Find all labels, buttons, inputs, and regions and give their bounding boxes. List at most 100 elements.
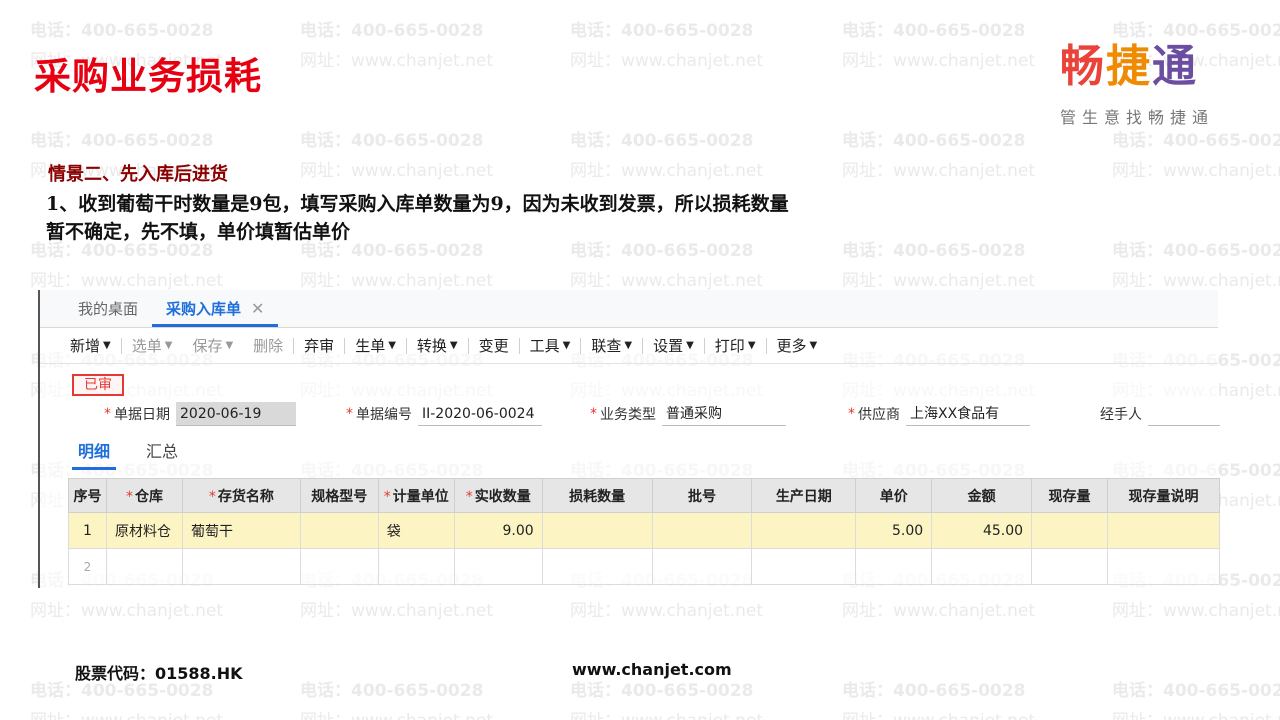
scene-heading: 情景二、先入库后进货 [48,164,228,185]
watermark-phone: 电话：400-665-0028 [300,681,484,701]
supplier-label: 供应商 [858,407,900,423]
cell-mfg[interactable] [751,512,857,549]
cell-spec[interactable] [299,548,379,585]
tab-purchase-receipt[interactable]: 采购入库单 ✕ [152,298,279,327]
watermark-site: 网址：www.chanjet.net [300,706,493,720]
cell-batch[interactable] [651,512,753,549]
col-header-mfg: 生产日期 [751,478,857,513]
watermark-site: 网址：www.chanjet.net [570,601,764,621]
logo-char-1: 畅 [1060,41,1106,92]
cell-batch[interactable] [651,548,753,585]
watermark-text: 电话：400-665-0028 网址：www.chanjet.net [570,16,763,76]
cell-unit[interactable] [377,548,455,585]
cell-unit[interactable]: 袋 [377,512,455,549]
doc-date-label: 单据日期 [114,407,170,423]
save-label: 保存 [192,337,223,355]
table-row[interactable]: 1 原材料仓 葡萄干 袋 9.00 5.00 45.00 [68,512,1220,549]
tab-my-desktop[interactable]: 我的桌面 [64,298,152,327]
supplier-input[interactable]: 上海XX食品有限... [906,402,1030,426]
cell-amount[interactable]: 45.00 [931,512,1033,549]
subtab-detail[interactable]: 明细 [72,438,117,470]
status-badge: 已审 [72,374,124,396]
handler-label: 经手人 [1100,407,1142,423]
required-mark: * [590,406,597,422]
website-url[interactable]: www.chanjet.com [572,660,732,679]
settings-button[interactable]: 设置 ▼ [643,335,704,356]
table-row[interactable]: 2 [68,548,1220,585]
grid-header-row: 序号 * 仓库 * 存货名称 规格型号 * 计量单位 * 实收数量 损耗数量 批号 生产… [68,478,1220,513]
convert-button[interactable]: 转换 ▼ [407,335,468,356]
doc-no-input[interactable]: II-2020-06-0024 [418,402,542,426]
settings-label: 设置 [653,337,684,355]
watermark-phone: 电话：400-665-0028 [1112,681,1280,701]
header-form: * 单据日期 2020-06-19 * 单据编号 II-2020-06-0024… [40,402,1220,432]
cell-seq: 1 [68,512,107,549]
col-header-amount: 金额 [931,478,1033,513]
tab-label: 我的桌面 [78,300,139,318]
unaudit-button[interactable]: 弃审 [294,335,344,356]
new-button[interactable]: 新增 ▼ [60,335,121,356]
cell-price[interactable]: 5.00 [855,512,933,549]
watermark-phone: 电话：400-665-0028 [570,681,754,701]
required-mark: * [383,488,391,505]
save-button[interactable]: 保存 ▼ [182,335,243,356]
watermark-phone: 电话：400-665-0028 [30,131,214,151]
query-label: 联查 [591,337,622,355]
doc-date-field: * 单据日期 2020-06-19 [104,402,296,426]
doc-date-input[interactable]: 2020-06-19 [176,402,296,426]
tab-label: 采购入库单 [166,300,242,318]
cell-spec[interactable] [299,512,379,549]
query-button[interactable]: 联查 ▼ [581,335,642,356]
col-header-batch: 批号 [651,478,753,513]
print-button[interactable]: 打印 ▼ [705,335,766,356]
subtab-summary[interactable]: 汇总 [140,438,184,470]
chevron-down-icon: ▼ [164,340,173,351]
header-text: 单价 [879,488,908,505]
business-type-label: 业务类型 [600,407,656,423]
cell-qty[interactable] [453,548,543,585]
col-header-stock-note: 现存量说明 [1107,478,1220,513]
change-label: 变更 [478,337,509,355]
cell-loss[interactable] [541,512,653,549]
logo-char-3: 通 [1152,41,1198,92]
cell-price[interactable] [855,548,933,585]
chevron-down-icon: ▼ [562,340,571,351]
header-text: 计量单位 [392,488,449,505]
print-label: 打印 [714,337,745,355]
col-header-unit: * 计量单位 [377,478,455,513]
watermark-phone: 电话：400-665-0028 [1112,241,1280,261]
watermark-site: 网址：www.chanjet.net [1112,161,1280,181]
watermark-site: 网址：www.chanjet.net [1112,601,1280,621]
purchase-receipt-window: 我的桌面 采购入库单 ✕ 新增 ▼ 选单 ▼ 保存 ▼ 删除 弃审 生单 ▼ 转换 ▼ 变… [38,290,1220,588]
cell-mfg[interactable] [751,548,857,585]
cell-seq: 2 [68,548,107,585]
header-text: 序号 [73,488,102,505]
tools-button[interactable]: 工具 ▼ [520,335,581,356]
header-text: 金额 [967,488,996,505]
close-icon[interactable]: ✕ [251,299,264,318]
more-button[interactable]: 更多 ▼ [767,335,828,356]
cell-qty[interactable]: 9.00 [453,512,543,549]
handler-input[interactable] [1148,402,1220,426]
watermark-site: 网址：www.chanjet.net [842,706,1035,720]
cell-loss[interactable] [541,548,653,585]
cell-warehouse[interactable]: 原材料仓 [105,512,183,549]
cell-warehouse[interactable] [105,548,183,585]
watermark-phone: 电话：400-665-0028 [1112,131,1280,151]
required-mark: * [104,406,111,422]
doc-no-field: * 单据编号 II-2020-06-0024 [346,402,542,426]
cell-amount[interactable] [931,548,1033,585]
business-type-input[interactable]: 普通采购 [662,402,786,426]
watermark-site: 网址：www.chanjet.net [842,601,1036,621]
generate-button[interactable]: 生单 ▼ [345,335,406,356]
select-label: 选单 [131,337,162,355]
chevron-down-icon: ▼ [686,340,694,351]
detail-subtabs: 明细 汇总 [72,438,208,470]
change-button[interactable]: 变更 [469,335,519,356]
header-text: 生产日期 [775,488,832,505]
select-button[interactable]: 选单 ▼ [122,335,183,356]
delete-button[interactable]: 删除 [243,335,293,356]
cell-item[interactable]: 葡萄干 [181,512,301,549]
new-label: 新增 [70,337,101,355]
cell-item[interactable] [181,548,301,585]
